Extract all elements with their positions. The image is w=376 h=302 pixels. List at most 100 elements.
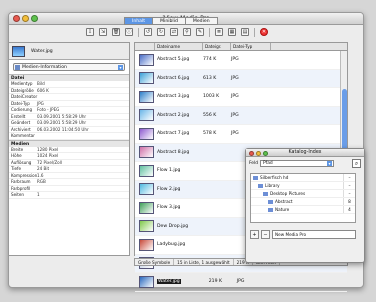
file-name: Abstract 2.jpg bbox=[157, 112, 190, 118]
tab-miniblid[interactable]: Miniblid bbox=[152, 17, 185, 25]
minimize-icon[interactable] bbox=[256, 150, 261, 156]
file-thumbnail[interactable] bbox=[139, 275, 154, 288]
info-icon bbox=[15, 65, 20, 70]
stop-icon[interactable]: ✕ bbox=[260, 28, 268, 36]
tree-node: Silberfisch hd bbox=[251, 174, 343, 181]
tree-row[interactable]: Library – bbox=[251, 182, 355, 190]
media-view-icon[interactable]: ▤ bbox=[241, 28, 249, 36]
rotate-right-icon[interactable]: ↻ bbox=[157, 28, 165, 36]
rotate-left-icon[interactable]: ↺ bbox=[144, 28, 152, 36]
tree-row[interactable]: Silberfisch hd – bbox=[251, 174, 355, 182]
import-icon[interactable]: ⇩ bbox=[86, 28, 94, 36]
info-key: Farbraum bbox=[11, 179, 31, 184]
tab-inhalt[interactable]: Inhalt bbox=[124, 17, 153, 25]
tree-node: Desktop Pictures bbox=[251, 190, 343, 197]
info-key: Erstellt bbox=[11, 113, 26, 119]
info-key: Höhe bbox=[11, 153, 22, 158]
info-value: 03.09.2001 5:58:29 Uhr bbox=[37, 113, 87, 119]
info-value bbox=[37, 94, 129, 100]
file-size: 219 K bbox=[208, 279, 222, 285]
toolbar-separator bbox=[254, 28, 255, 37]
folder-icon bbox=[268, 200, 273, 204]
trash-icon[interactable]: 🗑 bbox=[112, 28, 120, 36]
edit-icon[interactable]: ✎ bbox=[196, 28, 204, 36]
table-row[interactable]: Abstract 7.jpg 578 K JPG bbox=[135, 125, 347, 144]
catalog-actions: + − New Media Pro bbox=[250, 229, 356, 239]
tree-node: Abstract bbox=[251, 198, 343, 205]
info-selector-value: Medien-Information bbox=[22, 65, 67, 70]
info-icon[interactable]: ⓘ bbox=[125, 28, 133, 36]
tree-node-label: Library bbox=[265, 183, 280, 188]
file-thumbnail[interactable] bbox=[139, 238, 154, 251]
info-key: DateiCreator bbox=[11, 94, 38, 99]
thumbnail-view-icon[interactable]: ▦ bbox=[228, 28, 236, 36]
tree-node-label: Desktop Pictures bbox=[270, 191, 306, 196]
info-value: 72 Pixel/Zoll bbox=[37, 159, 62, 165]
file-type: JPG bbox=[231, 75, 239, 81]
file-size: 578 K bbox=[203, 131, 217, 137]
info-group-header[interactable]: Datei bbox=[9, 74, 129, 81]
catalog-index-window: Katalog-Index Feld Pfad ▾ ⌕ Silberfisch … bbox=[245, 148, 365, 263]
file-type: JPG bbox=[236, 279, 245, 285]
file-name: Abstract 7.jpg bbox=[157, 131, 190, 137]
file-thumbnail[interactable] bbox=[139, 72, 154, 85]
file-thumbnail[interactable] bbox=[139, 146, 154, 159]
tree-count: – bbox=[343, 190, 355, 197]
column-header[interactable]: Datei-Typ bbox=[231, 43, 271, 50]
file-thumbnail[interactable] bbox=[139, 53, 154, 66]
remove-icon[interactable]: − bbox=[261, 229, 270, 239]
file-type: JPG bbox=[231, 57, 239, 63]
tree-node-label: Silberfisch hd bbox=[260, 175, 289, 180]
file-thumbnail[interactable] bbox=[139, 220, 154, 233]
file-thumbnail[interactable] bbox=[139, 164, 154, 177]
file-thumbnail[interactable] bbox=[139, 127, 154, 140]
folder-icon bbox=[253, 176, 258, 180]
table-row[interactable]: Water.jpg 219 K JPG bbox=[135, 273, 347, 292]
tree-row[interactable]: Abstract 8 bbox=[251, 198, 355, 206]
catalog-tree: Silberfisch hd – Library – Desktop Pictures –… bbox=[250, 173, 356, 223]
tree-node-label: Abstract bbox=[275, 199, 293, 204]
column-header[interactable]: Dateiname bbox=[155, 43, 203, 50]
info-value: JPG bbox=[37, 100, 44, 106]
file-name: Flow 2.jpg bbox=[157, 186, 181, 192]
table-row[interactable]: Abstract 3.jpg 1003 K JPG bbox=[135, 88, 347, 107]
table-row[interactable]: Abstract 5.jpg 774 K JPG bbox=[135, 51, 347, 70]
info-group-header[interactable]: Medien bbox=[9, 139, 129, 147]
file-name: Flow 3.jpg bbox=[157, 205, 181, 211]
tree-node-label: Nature bbox=[275, 207, 290, 212]
preview-thumbnail[interactable] bbox=[12, 46, 25, 57]
tab-medien[interactable]: Medien bbox=[184, 17, 218, 25]
folder-icon bbox=[268, 208, 273, 212]
file-thumbnail[interactable] bbox=[139, 201, 154, 214]
table-row[interactable]: Abstract 2.jpg 556 K JPG bbox=[135, 106, 347, 125]
info-row: Seiten 1 bbox=[9, 192, 129, 199]
file-size: 556 K bbox=[203, 112, 217, 118]
info-value: Foto - JPEG bbox=[37, 107, 60, 112]
file-type: JPG bbox=[231, 112, 239, 118]
zoom-icon[interactable] bbox=[263, 150, 268, 156]
chevron-down-icon: ▾ bbox=[327, 161, 332, 166]
flip-icon[interactable]: ⇄ bbox=[170, 28, 178, 36]
file-thumbnail[interactable] bbox=[139, 109, 154, 122]
table-row[interactable]: Abstract 6.jpg 613 K JPG bbox=[135, 69, 347, 88]
catalog-window-controls bbox=[249, 150, 268, 156]
status-count: 15 in Liste, 1 ausgewählt bbox=[174, 259, 234, 265]
new-catalog-name-field[interactable]: New Media Pro bbox=[272, 229, 356, 239]
tree-row[interactable]: Desktop Pictures – bbox=[251, 190, 355, 198]
list-view-icon[interactable]: ≣ bbox=[215, 28, 223, 36]
filter-select[interactable]: Pfad ▾ bbox=[260, 160, 334, 167]
close-icon[interactable] bbox=[249, 150, 254, 156]
search-icon[interactable]: ⌕ bbox=[352, 159, 361, 168]
zoom-icon[interactable]: ⚲ bbox=[183, 28, 191, 36]
import-folder-icon[interactable]: ⇲ bbox=[99, 28, 107, 36]
file-size: 613 K bbox=[203, 75, 217, 81]
column-header[interactable]: Dateigr. bbox=[203, 43, 231, 50]
add-icon[interactable]: + bbox=[250, 229, 259, 239]
file-thumbnail[interactable] bbox=[139, 90, 154, 103]
status-view-mode[interactable]: Große Symbole bbox=[135, 259, 175, 265]
file-name-label: Water.jpg bbox=[31, 49, 53, 54]
tree-row[interactable]: Nature 4 bbox=[251, 206, 355, 214]
folder-icon bbox=[263, 192, 268, 196]
file-thumbnail[interactable] bbox=[139, 183, 154, 196]
info-selector[interactable]: Medien-Information ▾ bbox=[13, 63, 125, 71]
